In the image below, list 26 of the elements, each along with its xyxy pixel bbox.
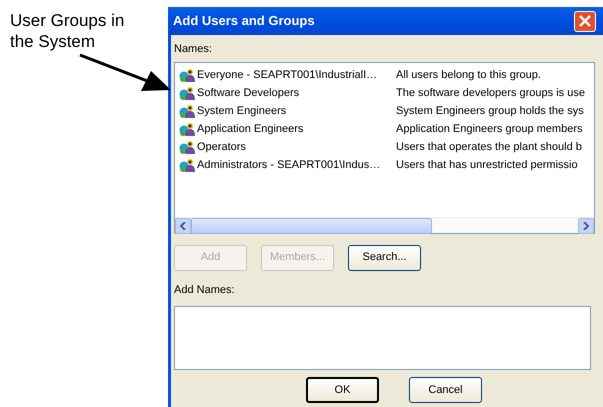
user-group-icon bbox=[179, 68, 195, 83]
group-row[interactable]: Everyone - SEAPRT001\IndustrialI… All users belong to this group. bbox=[175, 66, 594, 84]
group-row[interactable]: System Engineers System Engineers group holds the sys bbox=[175, 102, 594, 120]
callout-text: User Groups in the System bbox=[10, 10, 126, 52]
window-title: Add Users and Groups bbox=[173, 12, 315, 30]
user-group-icon bbox=[179, 158, 195, 173]
group-row[interactable]: Administrators - SEAPRT001\Indus… Users that has unrestricted permissio bbox=[175, 156, 594, 174]
user-group-icon bbox=[179, 122, 195, 137]
scroll-right-button[interactable] bbox=[578, 218, 594, 234]
add-names-label: Add Names: bbox=[174, 284, 235, 296]
user-group-icon bbox=[179, 140, 195, 155]
close-button[interactable] bbox=[574, 10, 596, 32]
user-group-icon bbox=[179, 104, 195, 119]
horizontal-scrollbar[interactable] bbox=[175, 216, 594, 232]
add-names-field[interactable] bbox=[174, 306, 591, 370]
scrollbar-thumb[interactable] bbox=[191, 218, 432, 234]
group-row[interactable]: Application Engineers Application Engineers group members bbox=[175, 120, 594, 138]
scroll-left-button[interactable] bbox=[175, 218, 191, 234]
dialog-button[interactable]: OK bbox=[306, 377, 379, 403]
dialog-button[interactable]: Search... bbox=[348, 244, 421, 270]
names-label: Names: bbox=[174, 42, 212, 57]
dialog-button[interactable]: Cancel bbox=[409, 377, 482, 403]
group-row[interactable]: Software Developers The software developers groups is use bbox=[175, 84, 594, 102]
user-group-icon bbox=[179, 86, 195, 101]
close-icon bbox=[579, 15, 591, 27]
group-row[interactable]: Operators Users that operates the plant should b bbox=[175, 138, 594, 156]
